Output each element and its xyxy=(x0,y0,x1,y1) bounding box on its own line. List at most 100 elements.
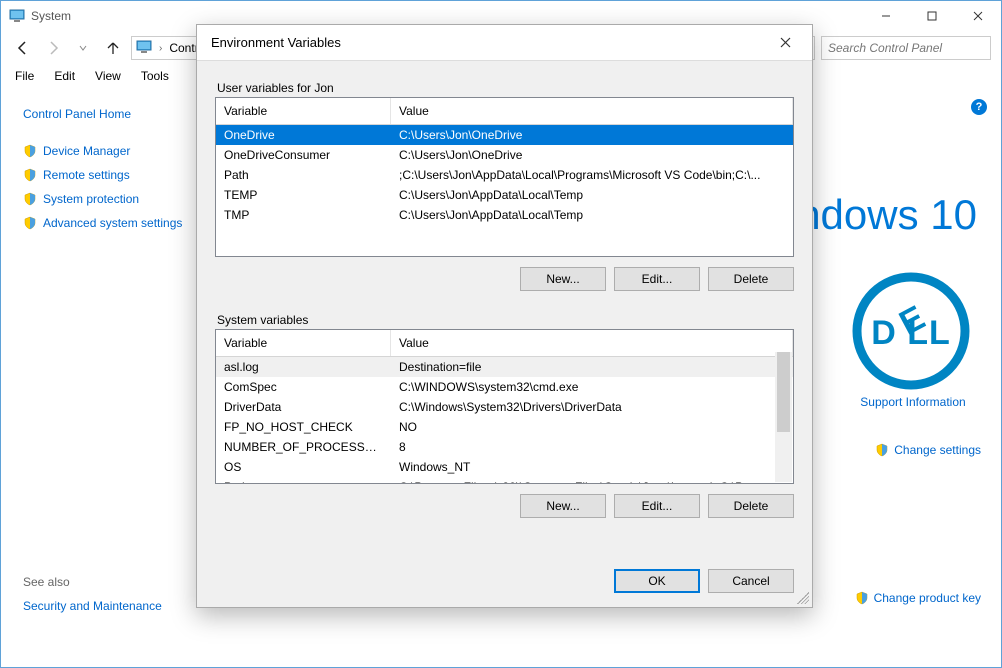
control-panel-home-link[interactable]: Control Panel Home xyxy=(23,107,199,121)
window-buttons xyxy=(863,1,1001,31)
table-row[interactable]: asl.logDestination=file xyxy=(216,357,793,377)
system-vars-label: System variables xyxy=(217,313,794,327)
user-vars-label: User variables for Jon xyxy=(217,81,794,95)
system-vars-list[interactable]: Variable Value asl.logDestination=fileCo… xyxy=(215,329,794,484)
system-delete-button[interactable]: Delete xyxy=(708,494,794,518)
link-label: Change settings xyxy=(894,443,981,457)
cell-variable: FP_NO_HOST_CHECK xyxy=(216,419,391,435)
cell-value: C:\Users\Jon\OneDrive xyxy=(391,127,793,143)
table-row[interactable]: TMPC:\Users\Jon\AppData\Local\Temp xyxy=(216,205,793,225)
cell-variable: asl.log xyxy=(216,359,391,375)
cell-variable: OneDrive xyxy=(216,127,391,143)
window-title: System xyxy=(31,9,863,23)
sidebar-item-device-manager[interactable]: Device Manager xyxy=(23,139,199,163)
see-also-link[interactable]: Security and Maintenance xyxy=(23,599,162,613)
system-vars-buttons: New... Edit... Delete xyxy=(215,494,794,518)
cell-variable: OneDriveConsumer xyxy=(216,147,391,163)
cell-value: C:\Users\Jon\OneDrive xyxy=(391,147,793,163)
cell-value: C:\WINDOWS\system32\cmd.exe xyxy=(391,379,793,395)
col-value[interactable]: Value xyxy=(391,330,793,356)
cell-variable: NUMBER_OF_PROCESSORS xyxy=(216,439,391,455)
cell-value: Windows_NT xyxy=(391,459,793,475)
table-row[interactable]: FP_NO_HOST_CHECKNO xyxy=(216,417,793,437)
system-icon xyxy=(136,39,152,58)
table-row[interactable]: OSWindows_NT xyxy=(216,457,793,477)
user-edit-button[interactable]: Edit... xyxy=(614,267,700,291)
cell-variable: Path xyxy=(216,167,391,183)
support-information-link[interactable]: Support Information xyxy=(853,395,973,409)
col-variable[interactable]: Variable xyxy=(216,330,391,356)
menu-edit[interactable]: Edit xyxy=(46,67,83,85)
chevron-right-icon: › xyxy=(156,43,165,54)
shield-icon xyxy=(23,144,37,158)
dialog-footer: OK Cancel xyxy=(197,563,812,607)
table-row[interactable]: TEMPC:\Users\Jon\AppData\Local\Temp xyxy=(216,185,793,205)
shield-icon xyxy=(23,168,37,182)
cell-value: C:\Windows\System32\Drivers\DriverData xyxy=(391,399,793,415)
sidebar-item-system-protection[interactable]: System protection xyxy=(23,187,199,211)
system-vars-rows: asl.logDestination=fileComSpecC:\WINDOWS… xyxy=(216,357,793,483)
user-vars-buttons: New... Edit... Delete xyxy=(215,267,794,291)
table-row[interactable]: OneDriveConsumerC:\Users\Jon\OneDrive xyxy=(216,145,793,165)
cell-value: NO xyxy=(391,419,793,435)
sidebar-item-advanced-settings[interactable]: Advanced system settings xyxy=(23,211,199,235)
cell-value: C:\Users\Jon\AppData\Local\Temp xyxy=(391,187,793,203)
link-label: Advanced system settings xyxy=(43,216,182,230)
table-row[interactable]: Path;C:\Users\Jon\AppData\Local\Programs… xyxy=(216,165,793,185)
ok-button[interactable]: OK xyxy=(614,569,700,593)
list-header: Variable Value xyxy=(216,98,793,125)
system-new-button[interactable]: New... xyxy=(520,494,606,518)
close-button[interactable] xyxy=(955,1,1001,31)
resize-grip[interactable] xyxy=(797,592,809,604)
up-button[interactable] xyxy=(101,36,125,60)
cell-value: Destination=file xyxy=(391,359,793,375)
link-label: System protection xyxy=(43,192,139,206)
table-row[interactable]: DriverDataC:\Windows\System32\Drivers\Dr… xyxy=(216,397,793,417)
see-also-section: See also Security and Maintenance xyxy=(23,575,199,613)
forward-button[interactable] xyxy=(41,36,65,60)
see-also-title: See also xyxy=(23,575,199,589)
cell-variable: TMP xyxy=(216,207,391,223)
search-placeholder: Search Control Panel xyxy=(828,41,942,55)
cell-value: C:\Users\Jon\AppData\Local\Temp xyxy=(391,207,793,223)
menu-view[interactable]: View xyxy=(87,67,129,85)
search-input[interactable]: Search Control Panel xyxy=(821,36,991,60)
table-row[interactable]: ComSpecC:\WINDOWS\system32\cmd.exe xyxy=(216,377,793,397)
cell-value: 8 xyxy=(391,439,793,455)
dell-logo: D LL E xyxy=(851,271,971,391)
shield-icon xyxy=(855,591,869,605)
table-row[interactable]: PathC:\Program Files (x86)\Common Files\… xyxy=(216,477,793,483)
scrollbar[interactable] xyxy=(775,352,792,482)
menu-tools[interactable]: Tools xyxy=(133,67,177,85)
shield-icon xyxy=(23,192,37,206)
link-label: Remote settings xyxy=(43,168,130,182)
dialog-close-button[interactable] xyxy=(766,29,804,57)
system-edit-button[interactable]: Edit... xyxy=(614,494,700,518)
cancel-button[interactable]: Cancel xyxy=(708,569,794,593)
back-button[interactable] xyxy=(11,36,35,60)
maximize-button[interactable] xyxy=(909,1,955,31)
table-row[interactable]: NUMBER_OF_PROCESSORS8 xyxy=(216,437,793,457)
sidebar-item-remote-settings[interactable]: Remote settings xyxy=(23,163,199,187)
system-icon xyxy=(9,8,25,24)
cell-variable: Path xyxy=(216,479,391,483)
scrollbar-thumb[interactable] xyxy=(777,352,790,432)
col-value[interactable]: Value xyxy=(391,98,793,124)
dialog-titlebar: Environment Variables xyxy=(197,25,812,61)
minimize-button[interactable] xyxy=(863,1,909,31)
cell-variable: ComSpec xyxy=(216,379,391,395)
table-row[interactable]: OneDriveC:\Users\Jon\OneDrive xyxy=(216,125,793,145)
menu-file[interactable]: File xyxy=(7,67,42,85)
help-icon[interactable]: ? xyxy=(971,99,987,115)
user-new-button[interactable]: New... xyxy=(520,267,606,291)
change-product-key-link[interactable]: Change product key xyxy=(855,591,981,605)
user-delete-button[interactable]: Delete xyxy=(708,267,794,291)
col-variable[interactable]: Variable xyxy=(216,98,391,124)
recent-dropdown[interactable] xyxy=(71,36,95,60)
cell-variable: DriverData xyxy=(216,399,391,415)
windows-10-logo: ndows 10 xyxy=(797,191,977,239)
link-label: Change product key xyxy=(874,591,981,605)
change-settings-link[interactable]: Change settings xyxy=(875,443,981,457)
user-vars-list[interactable]: Variable Value OneDriveC:\Users\Jon\OneD… xyxy=(215,97,794,257)
shield-icon xyxy=(23,216,37,230)
